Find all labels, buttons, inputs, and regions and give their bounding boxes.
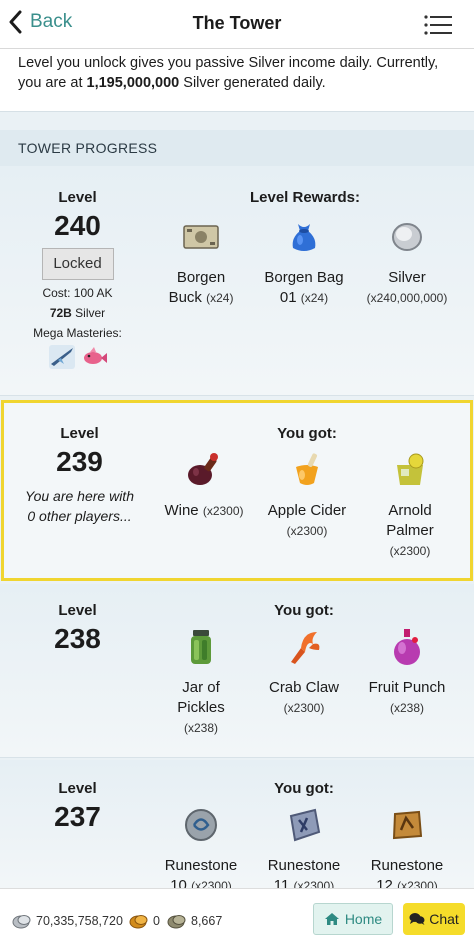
cider-icon bbox=[296, 453, 318, 485]
reward-item[interactable]: Borgen Buck (x24) bbox=[151, 216, 251, 308]
reward-item[interactable]: Wine (x2300) bbox=[154, 449, 254, 521]
silver-requirement: 72B Silver bbox=[49, 306, 106, 320]
wine-icon bbox=[188, 453, 218, 485]
pink-fish-icon bbox=[83, 347, 107, 364]
silver-balance: 70,335,758,720 bbox=[12, 913, 123, 929]
reward-item[interactable]: Crab Claw (x2300) bbox=[254, 626, 354, 718]
level-label: Level bbox=[60, 425, 99, 442]
menu-icon[interactable] bbox=[424, 14, 452, 36]
rewards-title: You got: bbox=[274, 602, 334, 619]
level-card-239: Level 239 You are here with 0 other play… bbox=[1, 400, 473, 581]
level-card-237: Level 237 You got: Runestone 10 (x2300) … bbox=[0, 760, 474, 894]
level-card-240: Level 240 Locked Cost: 100 AK 72B Silver… bbox=[0, 166, 474, 396]
reward-item[interactable]: Borgen Bag 01 (x24) bbox=[254, 216, 354, 308]
reward-item[interactable]: Silver (x240,000,000) bbox=[357, 216, 457, 308]
intro-line-2: you are at 1,195,000,000 Silver generate… bbox=[18, 75, 326, 91]
current-position-text: You are here with 0 other players... bbox=[25, 488, 134, 524]
level-number: 237 bbox=[54, 801, 101, 832]
chat-label: Chat bbox=[429, 911, 459, 927]
mega-masteries-label: Mega Masteries: bbox=[33, 326, 122, 340]
level-card-238: Level 238 You got: Jar of Pickles (x238)… bbox=[0, 584, 474, 758]
reward-item[interactable]: Runestone 12 (x2300) bbox=[357, 804, 457, 896]
crab-claw-icon bbox=[291, 632, 320, 664]
home-button[interactable]: Home bbox=[313, 903, 393, 935]
page-title: The Tower bbox=[192, 13, 282, 33]
chat-icon bbox=[409, 913, 425, 925]
chat-button[interactable]: Chat bbox=[403, 903, 465, 935]
rewards-title: You got: bbox=[274, 780, 334, 797]
silver-coins-icon bbox=[12, 915, 31, 929]
fruit-punch-icon bbox=[394, 629, 420, 665]
runestone-icon bbox=[185, 809, 217, 841]
cost-text: Cost: 100 AK bbox=[42, 286, 113, 300]
level-info: Level 237 bbox=[0, 780, 155, 833]
arnold-palmer-icon bbox=[397, 453, 424, 485]
intro-text: Level you unlock gives you passive Silve… bbox=[0, 48, 474, 112]
level-number: 240 bbox=[54, 210, 101, 241]
runestone-icon bbox=[289, 808, 321, 842]
banknote-icon bbox=[183, 225, 219, 249]
level-info: Level 239 You are here with 0 other play… bbox=[2, 425, 157, 526]
reward-item[interactable]: Runestone 11 (x2300) bbox=[254, 804, 354, 896]
reward-item[interactable]: Apple Cider (x2300) bbox=[257, 449, 357, 541]
reward-item[interactable]: Runestone 10 (x2300) bbox=[151, 804, 251, 896]
mega-masteries bbox=[0, 344, 155, 370]
level-number: 239 bbox=[56, 446, 103, 477]
reward-item[interactable]: Jar of Pickles (x238) bbox=[151, 626, 251, 738]
level-label: Level bbox=[58, 780, 97, 797]
reward-item[interactable]: Fruit Punch (x238) bbox=[357, 626, 457, 718]
bottom-bar: 70,335,758,720 0 8,667 Home Chat bbox=[0, 888, 474, 951]
silver-daily-value: 1,195,000,000 bbox=[86, 75, 180, 91]
level-number: 238 bbox=[54, 623, 101, 654]
silver-coin-icon bbox=[392, 223, 422, 251]
reward-item[interactable]: Arnold Palmer (x2300) bbox=[360, 449, 460, 561]
pickle-jar-icon bbox=[191, 630, 211, 664]
locked-button[interactable]: Locked bbox=[41, 248, 114, 280]
rewards-title: You got: bbox=[277, 425, 337, 442]
gold-coins-icon bbox=[129, 915, 148, 929]
home-icon bbox=[324, 913, 339, 925]
level-label: Level bbox=[58, 602, 97, 619]
ak-balance: 8,667 bbox=[167, 913, 222, 929]
section-title: TOWER PROGRESS bbox=[0, 130, 474, 166]
level-info: Level 240 Locked Cost: 100 AK 72B Silver… bbox=[0, 189, 155, 370]
swordfish-icon bbox=[48, 345, 75, 369]
intro-line-1: Level you unlock gives you passive Silve… bbox=[18, 55, 439, 71]
home-label: Home bbox=[344, 911, 383, 927]
runestone-icon bbox=[392, 810, 423, 840]
level-info: Level 238 bbox=[0, 602, 155, 655]
top-bar: Back The Tower bbox=[0, 0, 474, 49]
gold-balance: 0 bbox=[129, 913, 160, 929]
bag-icon bbox=[292, 224, 316, 251]
level-label: Level bbox=[58, 189, 97, 206]
rewards-title: Level Rewards: bbox=[249, 189, 361, 206]
ak-coins-icon bbox=[167, 915, 186, 929]
